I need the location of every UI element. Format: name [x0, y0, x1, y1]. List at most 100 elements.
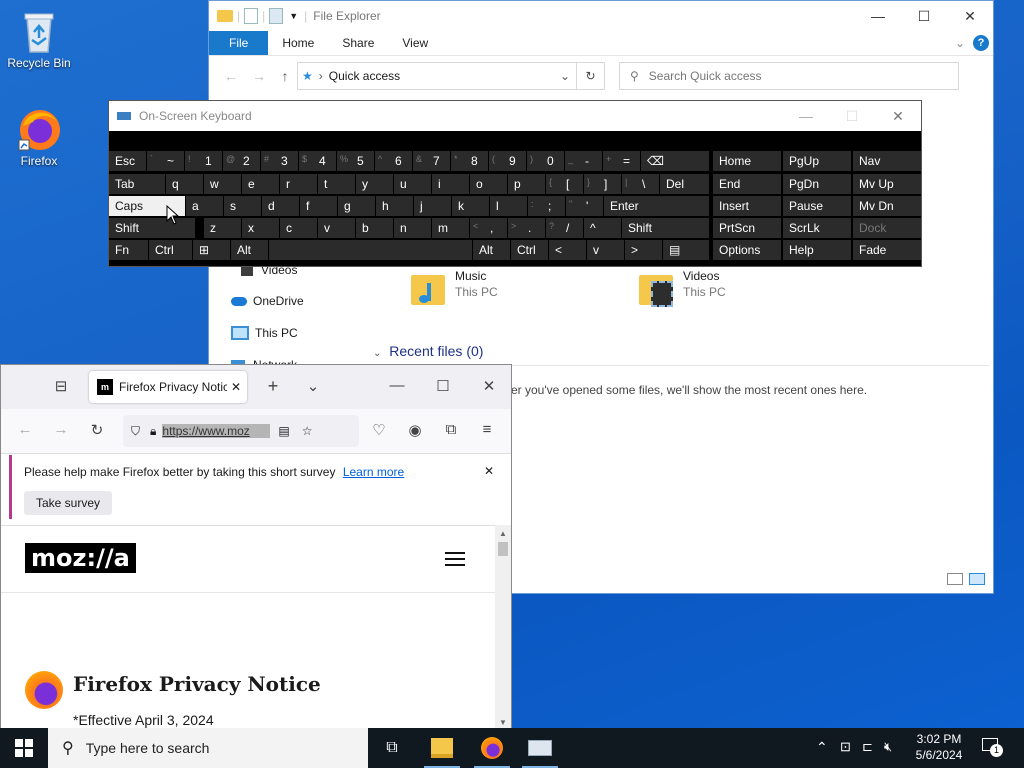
- network-icon[interactable]: ⊏: [862, 739, 873, 755]
- back-icon[interactable]: ←: [13, 421, 37, 438]
- osk-key[interactable]: z: [204, 218, 241, 238]
- search-box[interactable]: ⚲ Search Quick access: [619, 62, 959, 90]
- nav-item-this-pc[interactable]: This PC: [231, 326, 298, 340]
- close-notification-icon[interactable]: ✕: [484, 464, 494, 478]
- learn-more-link[interactable]: Learn more: [343, 465, 404, 479]
- recent-files-header[interactable]: ⌄ Recent files (0): [373, 343, 989, 366]
- osk-key[interactable]: Dock: [853, 218, 921, 238]
- osk-key[interactable]: Nav: [853, 151, 921, 171]
- osk-key[interactable]: {[: [546, 174, 583, 194]
- osk-key[interactable]: @2: [223, 151, 260, 171]
- osk-key[interactable]: >: [625, 240, 662, 260]
- osk-key[interactable]: v: [587, 240, 624, 260]
- osk-key[interactable]: }]: [584, 174, 621, 194]
- ff-minimize-button[interactable]: —: [385, 377, 409, 394]
- osk-key[interactable]: o: [470, 174, 507, 194]
- osk-key[interactable]: Mv Dn: [853, 196, 921, 216]
- taskbar-firefox[interactable]: [468, 728, 516, 768]
- osk-key[interactable]: & 7: [413, 151, 450, 171]
- osk-key[interactable]: t: [318, 174, 355, 194]
- properties-icon[interactable]: [244, 8, 259, 24]
- firefox-view-icon[interactable]: ⊟: [49, 377, 73, 395]
- tab-file[interactable]: File: [209, 31, 269, 55]
- quick-access-dropdown-icon[interactable]: ▼: [289, 11, 298, 21]
- up-icon[interactable]: ↑: [273, 68, 297, 84]
- nav-item-onedrive[interactable]: OneDrive: [231, 294, 304, 308]
- hamburger-menu-icon[interactable]: [445, 552, 465, 566]
- osk-key[interactable]: Esc: [109, 151, 146, 171]
- osk-key[interactable]: Shift: [109, 218, 195, 238]
- osk-key[interactable]: PgUp: [783, 151, 851, 171]
- desktop-icon-recycle-bin[interactable]: Recycle Bin: [0, 8, 78, 70]
- osk-close-button[interactable]: ✕: [875, 108, 921, 125]
- osk-key[interactable]: * 8: [451, 151, 488, 171]
- osk-key[interactable]: x: [242, 218, 279, 238]
- osk-key[interactable]: Shift: [622, 218, 709, 238]
- osk-key[interactable]: ⊞: [193, 240, 230, 260]
- osk-key[interactable]: Ctrl: [511, 240, 548, 260]
- osk-key[interactable]: h: [376, 196, 413, 216]
- osk-key[interactable]: PgDn: [783, 174, 851, 194]
- osk-key[interactable]: ^ 6: [375, 151, 412, 171]
- osk-key[interactable]: Alt: [473, 240, 510, 260]
- lock-icon[interactable]: 🔒︎: [150, 424, 156, 439]
- account-icon[interactable]: ◉: [403, 421, 427, 439]
- scroll-thumb[interactable]: [498, 542, 508, 556]
- osk-key[interactable]: $4: [299, 151, 336, 171]
- osk-key[interactable]: ScrLk: [783, 218, 851, 238]
- osk-key[interactable]: e: [242, 174, 279, 194]
- osk-key[interactable]: n: [394, 218, 431, 238]
- maximize-button[interactable]: ☐: [901, 8, 947, 25]
- osk-key[interactable]: d: [262, 196, 299, 216]
- osk-key[interactable]: % 5: [337, 151, 374, 171]
- task-view-button[interactable]: ⧉: [368, 728, 416, 768]
- osk-key[interactable]: PrtScn: [713, 218, 781, 238]
- forward-icon[interactable]: →: [245, 68, 273, 84]
- ff-close-button[interactable]: ✕: [477, 377, 501, 395]
- forward-icon[interactable]: →: [49, 421, 73, 438]
- osk-key[interactable]: :;: [528, 196, 565, 216]
- ff-maximize-button[interactable]: ☐: [431, 377, 455, 395]
- scroll-down-arrow-icon[interactable]: ▼: [495, 718, 511, 727]
- show-hidden-icons-icon[interactable]: ⌃: [816, 739, 828, 756]
- clock[interactable]: 3:02 PM 5/6/2024: [906, 731, 972, 763]
- osk-key[interactable]: m: [432, 218, 469, 238]
- expand-ribbon-icon[interactable]: ⌄: [955, 36, 965, 50]
- folder-tile-music[interactable]: Music This PC: [409, 269, 498, 309]
- osk-key[interactable]: y: [356, 174, 393, 194]
- osk-key[interactable]: Pause: [783, 196, 851, 216]
- osk-key[interactable]: Mv Up: [853, 174, 921, 194]
- new-folder-icon[interactable]: [269, 8, 284, 24]
- osk-key[interactable]: g: [338, 196, 375, 216]
- osk-key[interactable]: l: [490, 196, 527, 216]
- osk-key[interactable]: ⌫: [641, 151, 709, 171]
- osk-key[interactable]: Enter: [604, 196, 709, 216]
- osk-key[interactable]: ) 0: [527, 151, 564, 171]
- desktop-icon-firefox[interactable]: Firefox: [0, 106, 78, 168]
- osk-key[interactable]: f: [300, 196, 337, 216]
- back-icon[interactable]: ←: [217, 68, 245, 84]
- osk-key[interactable]: ! 1: [185, 151, 222, 171]
- scroll-up-arrow-icon[interactable]: ▲: [495, 529, 511, 538]
- osk-key[interactable]: " ': [566, 196, 603, 216]
- folder-tile-videos[interactable]: Videos This PC: [637, 269, 726, 309]
- reader-view-icon[interactable]: ▤: [278, 424, 289, 438]
- tab-share[interactable]: Share: [328, 31, 388, 55]
- take-survey-button[interactable]: Take survey: [24, 491, 113, 515]
- osk-key[interactable]: w: [204, 174, 241, 194]
- osk-key[interactable]: ▤: [663, 240, 709, 260]
- osk-key[interactable]: j: [414, 196, 451, 216]
- osk-key[interactable]: Alt: [231, 240, 268, 260]
- taskbar-search-box[interactable]: ⚲ Type here to search: [48, 728, 368, 768]
- osk-minimize-button[interactable]: —: [783, 108, 829, 124]
- osk-key[interactable]: <,: [470, 218, 507, 238]
- address-history-icon[interactable]: ⌄: [560, 69, 570, 83]
- meet-now-icon[interactable]: ⊡: [840, 739, 851, 755]
- osk-key[interactable]: Tab: [109, 174, 165, 194]
- osk-key[interactable]: #3: [261, 151, 298, 171]
- page-scrollbar[interactable]: ▲ ▼: [495, 525, 511, 729]
- mozilla-logo[interactable]: moz://a: [25, 543, 136, 573]
- osk-key[interactable]: Help: [783, 240, 851, 260]
- osk-key[interactable]: Home: [713, 151, 781, 171]
- refresh-button[interactable]: ↻: [577, 62, 605, 90]
